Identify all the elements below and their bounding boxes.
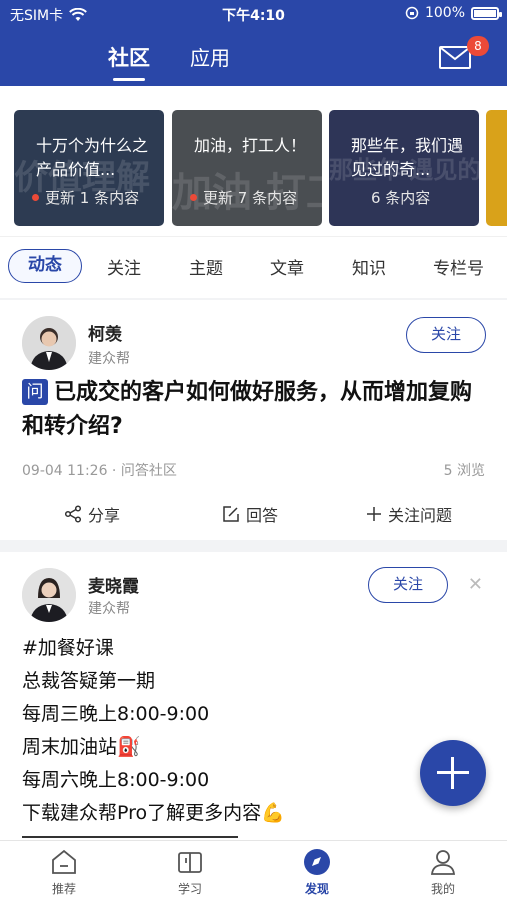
unread-dot (190, 194, 197, 201)
compass-icon (304, 849, 330, 875)
unread-dot (32, 194, 39, 201)
nav-item-discover[interactable]: 发现 (277, 847, 357, 897)
post-body-line: 总裁答疑第一期 (22, 670, 156, 692)
post-author-name[interactable]: 麦晓霞 (88, 572, 139, 597)
post-body-line: 每周三晚上8:00-9:00 (22, 703, 210, 725)
home-icon (52, 849, 76, 874)
banner-title: 那些年，我们遇见过的奇... (351, 136, 464, 179)
post-body-line: 周末加油站⛽ (22, 736, 141, 758)
filter-tab-topics[interactable]: 主题 (189, 254, 223, 279)
post-author-org: 建众帮 (88, 601, 130, 617)
nav-label: 发现 (304, 882, 329, 896)
avatar[interactable] (22, 568, 76, 622)
avatar[interactable] (22, 316, 76, 370)
top-bar: 无SIM卡 下午4:10 100% 社区 应用 8 (0, 0, 507, 86)
battery-icon (471, 6, 502, 20)
header-tabs: 社区 应用 (0, 36, 507, 86)
filter-tab-dynamics[interactable]: 动态 (8, 249, 82, 283)
banner-card-partial[interactable] (486, 110, 507, 226)
nav-label: 我的 (430, 882, 455, 896)
divider (22, 836, 238, 838)
post-body-line: 下载建众帮Pro了解更多内容💪 (22, 802, 285, 824)
post-body-line: 每周六晚上8:00-9:00 (22, 769, 210, 791)
nav-item-study[interactable]: 学习 (150, 847, 230, 897)
follow-question-button[interactable]: 关注问题 (366, 502, 452, 526)
banner-title: 加油，打工人！ (194, 136, 307, 155)
answer-label: 回答 (246, 506, 279, 525)
banner-meta: 6 条内容 (371, 189, 431, 207)
question-text: 已成交的客户如何做好服务，从而增加复购和转介绍? (22, 380, 473, 439)
post-meta: 09-04 11:26 · 问答社区 (22, 463, 177, 479)
view-count: 5 浏览 (443, 463, 485, 479)
plus-icon (367, 507, 381, 521)
follow-button[interactable]: 关注 (368, 567, 448, 603)
follow-button[interactable]: 关注 (406, 317, 486, 353)
filter-tab-columns[interactable]: 专栏号 (433, 254, 484, 279)
filter-tab-articles[interactable]: 文章 (270, 254, 304, 279)
mail-icon[interactable] (439, 46, 471, 69)
banner-card[interactable]: 那些年 遇见的奇葩客 那些年，我们遇见过的奇... 6 条内容 (329, 110, 479, 226)
share-icon (64, 505, 82, 523)
battery-percent: 100% (424, 5, 465, 21)
nav-item-me[interactable]: 我的 (403, 847, 483, 897)
book-icon (178, 852, 202, 873)
status-bar: 无SIM卡 下午4:10 100% (0, 0, 507, 28)
bottom-navigation: 推荐 学习 发现 我的 (0, 840, 507, 900)
nav-item-recommend[interactable]: 推荐 (24, 847, 104, 897)
create-post-button[interactable] (420, 740, 486, 806)
close-icon[interactable]: ✕ (468, 574, 483, 595)
banner-meta: 更新 7 条内容 (203, 189, 298, 207)
feed-filter-tabs: 动态 关注 主题 文章 知识 专栏号 (0, 236, 507, 298)
follow-question-label: 关注问题 (388, 506, 453, 525)
post-body-line: #加餐好课 (22, 637, 114, 659)
question-title[interactable]: 问已成交的客户如何做好服务，从而增加复购和转介绍? (22, 376, 487, 444)
question-badge: 问 (22, 379, 48, 405)
post-author-name[interactable]: 柯羡 (88, 320, 122, 345)
banner-meta: 更新 1 条内容 (45, 189, 140, 207)
mail-badge: 8 (467, 36, 489, 56)
feed-post-question: 柯羡 建众帮 关注 问已成交的客户如何做好服务，从而增加复购和转介绍? 09-0… (0, 300, 507, 540)
nav-label: 学习 (177, 882, 202, 896)
tab-community[interactable]: 社区 (108, 42, 150, 81)
answer-button[interactable]: 回答 (222, 502, 278, 526)
post-author-org: 建众帮 (88, 351, 130, 367)
banner-title: 十万个为什么之产品价值... (36, 136, 149, 179)
post-body[interactable]: #加餐好课 总裁答疑第一期 每周三晚上8:00-9:00 周末加油站⛽ 每周六晚… (22, 632, 285, 830)
tab-apps[interactable]: 应用 (190, 42, 230, 71)
share-button[interactable]: 分享 (64, 502, 120, 526)
nav-label: 推荐 (51, 882, 76, 896)
filter-tab-following[interactable]: 关注 (107, 254, 141, 279)
filter-tab-knowledge[interactable]: 知识 (352, 254, 386, 279)
edit-icon (223, 506, 239, 522)
orientation-lock-icon (405, 6, 419, 20)
share-label: 分享 (88, 506, 121, 525)
banner-card[interactable]: 加油 打工人 加油，打工人！ 更新 7 条内容 (172, 110, 322, 226)
topic-banners: 价值理解 十万个为什么之产品价值... 更新 1 条内容 加油 打工人 加油，打… (0, 86, 507, 236)
banner-card[interactable]: 价值理解 十万个为什么之产品价值... 更新 1 条内容 (14, 110, 164, 226)
user-icon (430, 850, 456, 875)
